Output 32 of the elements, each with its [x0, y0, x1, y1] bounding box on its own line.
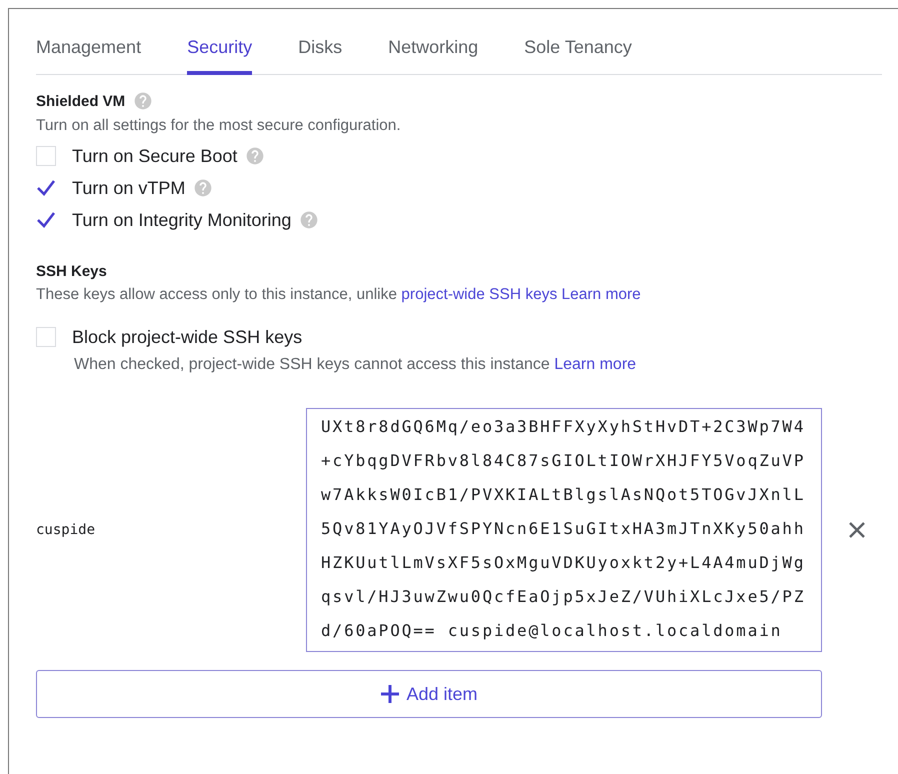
plus-icon: [380, 684, 400, 704]
help-icon[interactable]: [245, 146, 266, 166]
checkbox[interactable]: [36, 327, 56, 347]
add-item-button[interactable]: Add item: [36, 670, 822, 718]
help-icon[interactable]: [133, 91, 154, 111]
tab[interactable]: Management: [36, 26, 142, 75]
link[interactable]: project-wide SSH keys: [401, 286, 558, 303]
section-title: Shielded VM: [36, 92, 126, 110]
help-icon[interactable]: [193, 178, 214, 198]
checkbox[interactable]: [36, 146, 56, 166]
help-icon[interactable]: [299, 210, 320, 230]
checkbox[interactable]: [36, 210, 56, 230]
key-username: cuspide: [36, 522, 96, 538]
section-description: These keys allow access only to this instance, unlike project-wide SSH keys Learn more: [36, 286, 642, 304]
link[interactable]: Learn more: [562, 286, 641, 303]
close-button[interactable]: [848, 521, 866, 539]
option-label: Turn on vTPM: [72, 178, 186, 198]
option-label: Turn on Integrity Monitoring: [72, 210, 292, 230]
check-icon: [36, 211, 56, 229]
checkbox[interactable]: [36, 178, 56, 198]
option-hint: When checked, project-wide SSH keys cannot access this instance Learn more: [74, 356, 638, 374]
option-label: Turn on Secure Boot: [72, 146, 238, 166]
tab[interactable]: Security: [187, 26, 252, 75]
tab[interactable]: Sole Tenancy: [524, 26, 632, 75]
ssh-key-field[interactable]: UXt8r8dGQ6Mq/eo3a3BHFFXyXyhStHvDT+2C3Wp7W4+cYbqgDVFRbv8l84C87sGIOLtIOWrXHJFY5VoqZuVPw7AkksW0IcB1/PVXKIALtBlgslAsNQot5TOGvJXnlL5Qv81YAyOJVfSPYNcn6E1SuGItxHA3mJTnXKy50ahhHZKUutlLmVsXF5sOxMguVDKUyoxkt2y+L4A4muDjWgqsvl/HJ3uwZwu0QcfEaOjp5xJeZ/VUhiXLcJxe5/PZd/60aPOQ== cuspide@localhost.localdomain: [306, 408, 822, 652]
link[interactable]: Learn more: [554, 356, 636, 373]
check-icon: [36, 179, 56, 197]
tab[interactable]: Networking: [388, 26, 478, 75]
section-title: SSH Keys: [36, 263, 107, 280]
section-description: Turn on all settings for the most secure configuration.: [36, 117, 402, 135]
option-label: Block project-wide SSH keys: [72, 326, 302, 348]
tab[interactable]: Disks: [298, 26, 342, 75]
